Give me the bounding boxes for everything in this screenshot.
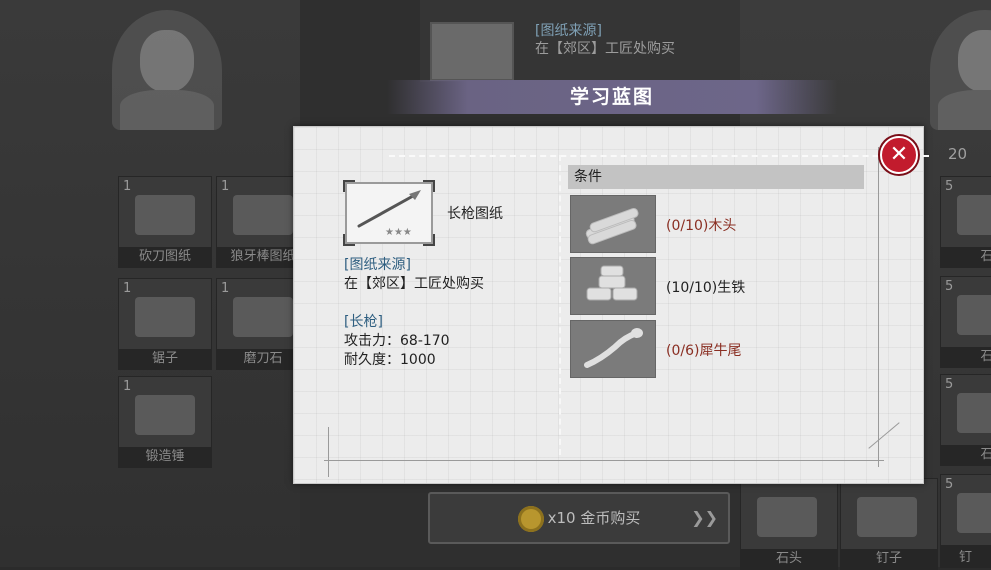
bg-inventory-slot: 5 石 <box>940 176 991 268</box>
dialog-title-banner: 学习蓝图 <box>387 80 837 114</box>
rhino-tail-icon <box>570 320 656 378</box>
blueprint-name: 长枪图纸 <box>447 206 503 222</box>
gold-coin-icon <box>517 505 544 532</box>
bg-inventory-slot: 1 锯子 <box>118 278 212 370</box>
material-row: (0/10)木头 <box>570 195 870 253</box>
close-icon: ✕ <box>889 142 909 167</box>
source-heading: [图纸来源] <box>344 257 411 273</box>
decorative-dashed-line <box>559 155 561 455</box>
pig-iron-ingots-icon <box>570 257 656 315</box>
decorative-frame-line <box>868 422 900 449</box>
buy-button-label: x10 金币购买 <box>547 509 641 527</box>
bg-inventory-slot: 1 锻造锤 <box>118 376 212 468</box>
blacksmith-portrait <box>112 10 222 130</box>
learn-blueprint-dialog: ✕ ★★★ 长枪图纸 [图纸来源] 在【郊区】工匠处购买 [长枪] 攻击力：68… <box>293 126 929 484</box>
bg-inventory-slot: 1 砍刀图纸 <box>118 176 212 268</box>
decorative-frame-line <box>878 147 879 467</box>
conditions-header: 条件 <box>568 165 864 189</box>
buy-with-gold-button: x10 金币购买 ❯❯ <box>428 492 730 544</box>
background-blueprint-note: [图纸来源] 在【郊区】工匠处购买 <box>420 0 740 82</box>
bg-inventory-slot: 钉 <box>940 478 991 568</box>
background-left-panel: 1 砍刀图纸 1 狼牙棒图纸 1 锯子 1 磨刀石 1 锻造锤 <box>0 0 310 567</box>
material-row: (10/10)生铁 <box>570 257 870 315</box>
weapon-heading: [长枪] <box>344 314 383 330</box>
material-requirement: (10/10)生铁 <box>666 280 746 296</box>
customer-portrait <box>930 10 991 130</box>
bg-inventory-slot: 5 石 <box>940 276 991 368</box>
durability-stat: 耐久度：1000 <box>344 352 436 368</box>
bg-inventory-slot: 5 石 <box>940 374 991 466</box>
bg-inventory-slot: 石头 <box>740 478 838 570</box>
double-chevron-right-icon: ❯❯ <box>691 508 718 527</box>
material-requirement: (0/10)木头 <box>666 218 737 234</box>
decorative-frame-line <box>328 427 329 477</box>
wood-logs-icon <box>570 195 656 253</box>
material-row: (0/6)犀牛尾 <box>570 320 870 378</box>
bg-inventory-slot: 钉子 <box>840 478 938 570</box>
material-requirement: (0/6)犀牛尾 <box>666 343 742 359</box>
dialog-title: 学习蓝图 <box>569 86 654 108</box>
attack-stat: 攻击力：68-170 <box>344 333 450 349</box>
decorative-dashed-line <box>389 155 929 157</box>
spear-blueprint-icon: ★★★ <box>343 180 435 246</box>
decorative-frame-line <box>324 460 884 461</box>
source-text: 在【郊区】工匠处购买 <box>344 276 484 292</box>
background-count: 20 <box>948 145 968 163</box>
close-button[interactable]: ✕ <box>880 136 918 174</box>
svg-text:★★★: ★★★ <box>385 227 412 238</box>
